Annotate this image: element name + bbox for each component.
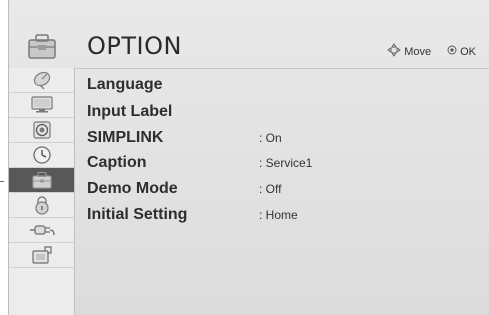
lock-icon xyxy=(34,196,49,215)
move-arrows-icon xyxy=(387,43,401,60)
category-sidebar xyxy=(9,68,75,315)
menu-header: OPTION Move OK xyxy=(9,24,489,69)
menu-row-label: Input Label xyxy=(87,103,173,120)
input-cable-icon xyxy=(29,225,55,236)
menu-row-value: : On xyxy=(259,131,282,145)
menu-row-label: SIMPLINK xyxy=(87,129,164,146)
move-hint-label: Move xyxy=(404,45,432,58)
option-header-icon xyxy=(9,24,75,68)
menu-row-label: Initial Setting xyxy=(87,206,188,223)
menu-row-input-label[interactable]: Input Label xyxy=(87,103,477,125)
speaker-icon xyxy=(32,121,51,139)
sidebar-item-antenna[interactable] xyxy=(9,68,74,93)
ok-circle-icon xyxy=(447,45,457,58)
menu-row-language[interactable]: Language xyxy=(87,76,477,98)
antenna-icon xyxy=(33,71,50,90)
menu-row-simplink[interactable]: SIMPLINK : On xyxy=(87,129,477,151)
sidebar-item-picture[interactable] xyxy=(9,93,74,118)
sidebar-item-audio[interactable] xyxy=(9,118,74,143)
screen: OPTION Move OK Language Input Label SIMP… xyxy=(0,0,489,315)
picture-monitor-icon xyxy=(30,96,53,113)
option-menu-panel: OPTION Move OK Language Input Label SIMP… xyxy=(8,0,489,315)
menu-row-value: : Service1 xyxy=(259,156,313,170)
edge-marker xyxy=(0,181,4,182)
menu-row-value: : Home xyxy=(259,208,298,222)
sidebar-item-input[interactable] xyxy=(9,218,74,243)
sidebar-item-usb[interactable] xyxy=(9,243,74,268)
menu-row-demo-mode[interactable]: Demo Mode : Off xyxy=(87,180,477,202)
menu-row-value: : Off xyxy=(259,182,282,196)
clock-icon xyxy=(32,146,51,164)
menu-row-initial-setting[interactable]: Initial Setting : Home xyxy=(87,206,477,228)
sidebar-item-time[interactable] xyxy=(9,143,74,168)
sidebar-item-lock[interactable] xyxy=(9,193,74,218)
menu-row-label: Language xyxy=(87,76,163,93)
usb-media-icon xyxy=(31,246,52,264)
navigation-hint: Move OK xyxy=(387,43,476,60)
sidebar-item-option[interactable] xyxy=(9,168,74,193)
menu-row-label: Demo Mode xyxy=(87,180,178,197)
ok-hint-label: OK xyxy=(460,45,476,58)
menu-row-caption[interactable]: Caption : Service1 xyxy=(87,154,477,176)
option-toolbox-icon xyxy=(31,171,52,189)
menu-row-label: Caption xyxy=(87,154,147,171)
page-title: OPTION xyxy=(87,32,182,60)
